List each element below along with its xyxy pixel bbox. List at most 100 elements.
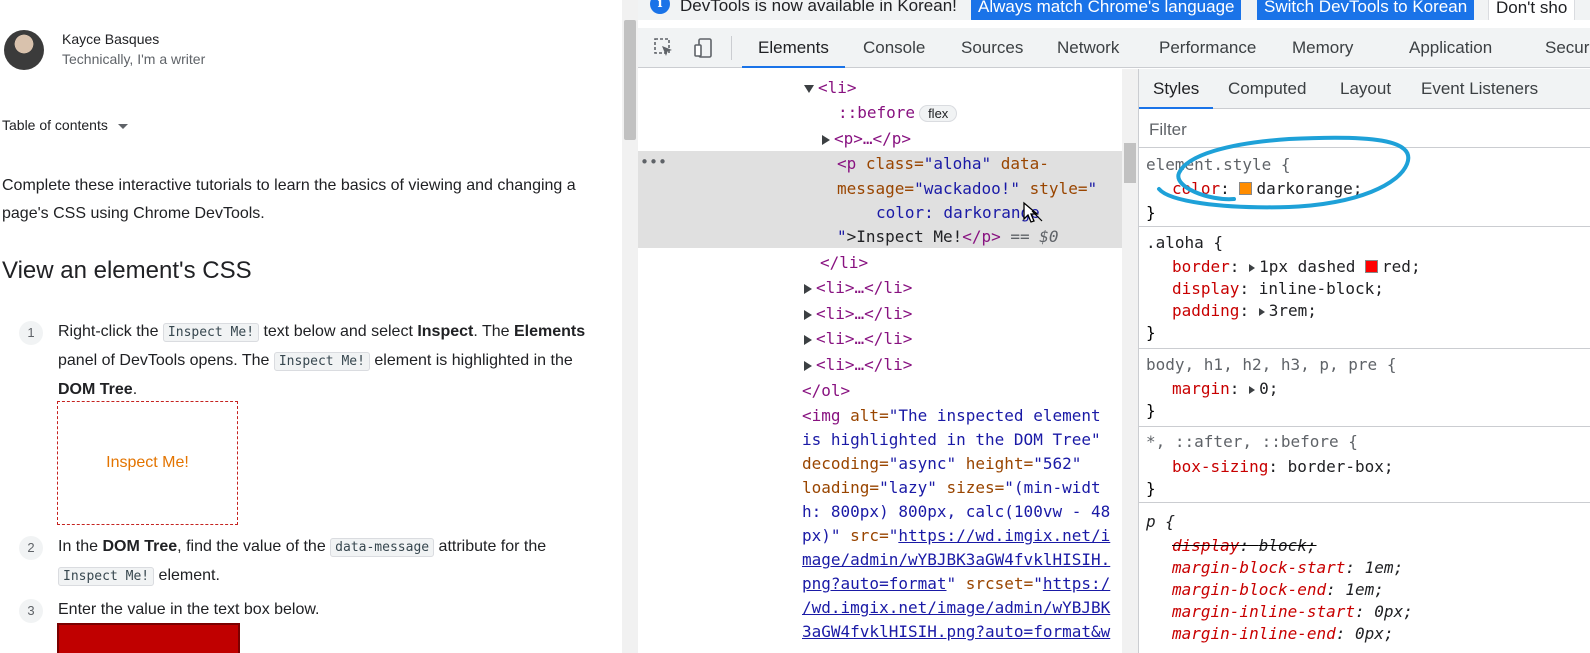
dom-node-li-close[interactable]: </li>	[820, 250, 868, 275]
dom-node-p[interactable]: <p>…</p>	[822, 126, 911, 151]
tab-computed[interactable]: Computed	[1228, 69, 1306, 109]
dom-scrollbar[interactable]	[1122, 69, 1138, 653]
answer-input[interactable]	[57, 623, 240, 653]
expand-triangle-icon[interactable]	[1249, 385, 1256, 394]
dom-node-img[interactable]: <img alt="The inspected element	[802, 403, 1101, 428]
expand-triangle-icon[interactable]	[804, 283, 812, 294]
dom-node-img[interactable]: mage/admin/wYBJBK3aGW4fvklHISIH.	[802, 547, 1110, 572]
dont-show-again-button[interactable]: Don't sho	[1488, 0, 1576, 20]
step-text-part: .	[132, 381, 138, 398]
dom-node-img[interactable]: h: 800px) 800px, calc(100vw - 48	[802, 499, 1110, 524]
color-swatch[interactable]	[1239, 182, 1253, 195]
dom-node-img[interactable]: png?auto=format" srcset="https:/	[802, 571, 1110, 596]
scrollbar-thumb[interactable]	[624, 20, 636, 140]
rule-selector[interactable]: element.style {	[1146, 152, 1291, 177]
tab-event-listeners[interactable]: Event Listeners	[1421, 69, 1538, 109]
tab-console[interactable]: Console	[863, 28, 925, 68]
dom-node-li[interactable]: <li>…</li>	[804, 352, 912, 377]
style-declaration[interactable]: margin: 0;	[1172, 376, 1278, 401]
src-link[interactable]: mage/admin/wYBJBK3aGW4fvklHISIH.	[802, 550, 1110, 569]
always-match-language-button[interactable]: Always match Chrome's language	[971, 0, 1242, 20]
selected-node-line[interactable]: message="wackadoo!" style="	[837, 176, 1097, 201]
author-name[interactable]: Kayce Basques	[62, 31, 159, 47]
page-scrollbar[interactable]	[622, 0, 638, 653]
dom-tree[interactable]: ••• <li> ::before flex <p>…</p> <p class=…	[638, 69, 1138, 653]
scrollbar-thumb[interactable]	[1124, 143, 1136, 183]
expand-triangle-icon[interactable]	[804, 360, 812, 371]
expand-triangle-icon[interactable]	[804, 309, 812, 320]
color-swatch[interactable]	[1365, 260, 1379, 273]
rule-selector[interactable]: .aloha {	[1146, 230, 1223, 255]
dom-node-img[interactable]: px)" src="https://wd.imgix.net/i	[802, 523, 1110, 548]
styles-filter-input[interactable]: Filter	[1139, 110, 1590, 148]
expand-triangle-icon[interactable]	[1249, 263, 1256, 272]
attr-name: loading=	[802, 478, 880, 497]
attr-value: "aloha"	[923, 154, 992, 173]
dom-node-img[interactable]: decoding="async" height="562"	[802, 451, 1081, 476]
expand-triangle-icon[interactable]	[1258, 307, 1265, 316]
selected-node-line[interactable]: color: darkorange	[876, 200, 1040, 225]
srcset-link[interactable]: https:/	[1043, 574, 1110, 593]
style-declaration[interactable]: margin-inline-end: 0px;	[1172, 621, 1394, 646]
attr-value: color: darkorange	[876, 203, 1040, 222]
step-text-part: panel of DevTools opens. The	[58, 352, 274, 369]
device-toolbar-icon[interactable]	[693, 37, 715, 59]
property-name: margin-inline-end	[1172, 624, 1336, 643]
expand-triangle-icon[interactable]	[822, 134, 830, 145]
rule-close: }	[1146, 398, 1156, 423]
table-of-contents-toggle[interactable]: Table of contents	[2, 117, 128, 133]
flex-badge[interactable]: flex	[919, 105, 958, 122]
author-avatar	[4, 30, 44, 70]
dom-node-li[interactable]: <li>…</li>	[804, 275, 912, 300]
expand-triangle-icon[interactable]	[804, 84, 814, 93]
selector-text: p {	[1146, 512, 1175, 531]
dom-node-li[interactable]: <li>…</li>	[804, 326, 912, 351]
property-value: 1em	[1364, 558, 1394, 577]
node-actions-icon[interactable]: •••	[640, 153, 667, 171]
dom-node-ol-close[interactable]: </ol>	[802, 378, 850, 403]
style-declaration[interactable]: color: darkorange;	[1172, 176, 1362, 201]
dom-node-before[interactable]: ::before flex	[838, 100, 958, 126]
selected-node-line[interactable]: <p class="aloha" data-	[837, 151, 1049, 176]
tab-performance[interactable]: Performance	[1159, 28, 1256, 68]
tag-text: <li>	[818, 78, 857, 97]
inspect-me-box[interactable]: Inspect Me!	[57, 401, 238, 525]
tab-styles[interactable]: Styles	[1139, 69, 1214, 109]
switch-to-korean-button[interactable]: Switch DevTools to Korean	[1257, 0, 1475, 20]
src-link[interactable]: png?auto=format	[802, 574, 947, 593]
rule-selector[interactable]: p {	[1146, 509, 1175, 534]
dom-node-li[interactable]: <li>	[804, 75, 857, 100]
inspect-element-icon[interactable]	[653, 37, 675, 59]
dom-node-img[interactable]: /wd.imgix.net/image/admin/wYBJBK	[802, 595, 1110, 620]
property-value: red	[1382, 257, 1411, 276]
src-link[interactable]: https://wd.imgix.net/i	[898, 526, 1110, 545]
pseudo-element: ::before	[838, 103, 916, 122]
dom-node-img[interactable]: 3aGW4fvklHISIH.png?auto=format&w	[802, 619, 1110, 644]
selected-node-line[interactable]: ">Inspect Me!</p> == $0	[837, 224, 1059, 249]
tab-application[interactable]: Application	[1409, 28, 1492, 68]
tab-network[interactable]: Network	[1057, 28, 1119, 68]
tab-sources[interactable]: Sources	[961, 28, 1023, 68]
srcset-link[interactable]: /wd.imgix.net/image/admin/wYBJBK	[802, 598, 1110, 617]
tab-memory[interactable]: Memory	[1292, 28, 1353, 68]
dom-node-img[interactable]: is highlighted in the DOM Tree"	[802, 427, 1101, 452]
tab-elements[interactable]: Elements	[742, 28, 845, 68]
doc-page: Kayce Basques Technically, I'm a writer …	[0, 0, 622, 653]
rule-selector[interactable]: *, ::after, ::before {	[1146, 429, 1358, 454]
tab-layout[interactable]: Layout	[1340, 69, 1391, 109]
tag-text: <li>…</li>	[816, 278, 913, 297]
step-text-part: Right-click the	[58, 323, 163, 340]
attr-name: srcset=	[956, 574, 1034, 593]
expand-triangle-icon[interactable]	[804, 334, 812, 345]
style-declaration[interactable]: padding: 3rem;	[1172, 298, 1317, 323]
dom-node-li[interactable]: <li>…</li>	[804, 301, 912, 326]
rule-selector[interactable]: body, h1, h2, h3, p, pre {	[1146, 352, 1396, 377]
bold-text: DOM Tree	[58, 381, 133, 398]
property-value: 0px	[1374, 602, 1404, 621]
attr-value: "(min-widt	[1004, 478, 1101, 497]
tab-security[interactable]: Securit	[1545, 28, 1590, 68]
srcset-link[interactable]: 3aGW4fvklHISIH.png?auto=format&w	[802, 622, 1110, 641]
selector-text: element.style {	[1146, 155, 1291, 174]
dom-node-img[interactable]: loading="lazy" sizes="(min-widt	[802, 475, 1101, 500]
style-declaration[interactable]: box-sizing: border-box;	[1172, 454, 1394, 479]
